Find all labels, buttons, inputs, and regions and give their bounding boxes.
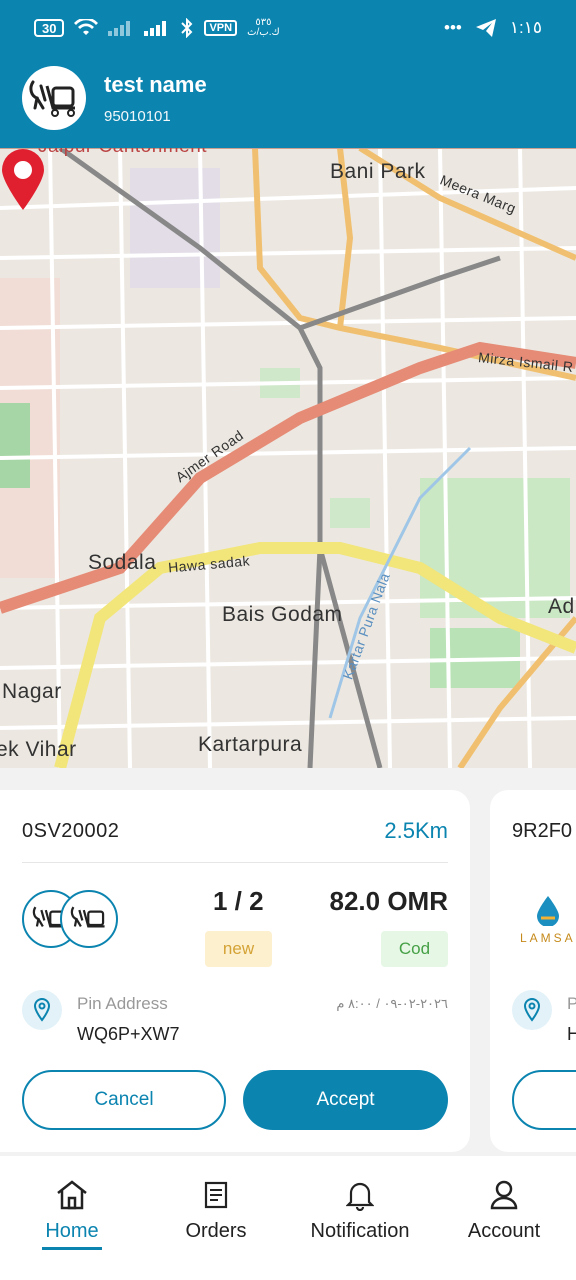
nav-account[interactable]: Account [432,1176,576,1243]
home-icon [57,1180,87,1210]
nav-orders[interactable]: Orders [144,1176,288,1243]
nav-home-label: Home [45,1220,99,1242]
pin-address-label: P [567,994,576,1013]
bottom-navigation: Home Orders Notification Account [0,1156,576,1280]
orders-icon [204,1181,228,1209]
nav-notification[interactable]: Notification [288,1176,432,1243]
order-id: 9R2F0 [512,820,573,842]
store-logo: LAMSA [520,894,576,945]
account-icon [490,1180,518,1210]
battery-icon: 30 [34,19,65,37]
store-logo [60,890,118,948]
order-date: ٢٠٢٦-٠٢-٠٩ / ٨:٠٠ م [336,996,448,1011]
status-bar: 30 VPN ٥٣٥ ك.ب/ث ••• ١:١٥ [0,0,576,56]
map-label-bani-park: Bani Park [330,160,426,183]
user-profile[interactable]: test name 95010101 [22,66,207,130]
bluetooth-icon [181,18,193,38]
map-label-vihar: ek Vihar [0,738,77,761]
map-label-kartarpura: Kartarpura [198,733,303,756]
order-id: 0SV20002 [22,820,120,842]
map-label-jaipur: Jaipur Cantonment [38,148,207,158]
order-item-count: 1 / 2 [213,886,264,916]
brand-logo-icon [70,906,105,928]
order-price: 82.0 OMR [329,886,449,916]
order-card[interactable]: 9R2F0 LAMSA P H [490,790,576,1152]
location-icon [512,990,552,1030]
accept-button[interactable]: Accept [243,1070,448,1130]
location-icon [22,990,62,1030]
signal-icon [108,21,131,36]
signal-icon-2 [144,21,167,36]
status-badge: new [205,931,272,967]
divider [22,862,448,863]
map-view[interactable]: Jaipur Cantonment Bani Park Meera Marg M… [0,148,576,768]
orders-carousel[interactable]: 0SV20002 2.5Km 1 / 2 82.0 OMR new Cod Pi… [0,768,576,1156]
brand-name: LAMSA [520,931,576,945]
map-streets [0,148,576,768]
store-logos [22,890,118,948]
map-label-sodala: Sodala [88,551,157,574]
nav-orders-label: Orders [185,1220,247,1242]
bell-icon [346,1182,374,1211]
map-label-nagar: Nagar [2,680,62,703]
pin-address-label: Pin Address [77,994,168,1013]
user-phone: 95010101 [104,107,171,125]
nav-home[interactable]: Home [0,1176,144,1250]
vpn-icon: VPN [204,20,238,36]
network-speed: ٥٣٥ ك.ب/ث [247,17,280,38]
cancel-button[interactable] [512,1070,576,1130]
map-label-bais-godam: Bais Godam [222,603,343,626]
pin-address-code: WQ6P+XW7 [77,1024,180,1044]
pin-address-code: H [567,1024,576,1044]
active-indicator [42,1247,102,1250]
telegram-icon [475,19,496,37]
lamsa-logo-icon [536,896,559,927]
app-header: 30 VPN ٥٣٥ ك.ب/ث ••• ١:١٥ test name 9501… [0,0,576,148]
wifi-icon [74,19,99,35]
clock: ١:١٥ [509,18,542,37]
avatar [22,66,86,130]
cancel-button[interactable]: Cancel [22,1070,226,1130]
order-card[interactable]: 0SV20002 2.5Km 1 / 2 82.0 OMR new Cod Pi… [0,790,470,1152]
payment-badge: Cod [381,931,448,967]
order-distance: 2.5Km [384,818,448,843]
nav-notification-label: Notification [310,1220,410,1242]
brand-logo-icon [29,80,75,117]
user-name: test name [104,71,207,97]
nav-account-label: Account [467,1220,541,1242]
map-label-ad: Ad [548,595,575,618]
location-pin-icon[interactable] [0,148,46,212]
more-dots-icon: ••• [444,18,462,37]
